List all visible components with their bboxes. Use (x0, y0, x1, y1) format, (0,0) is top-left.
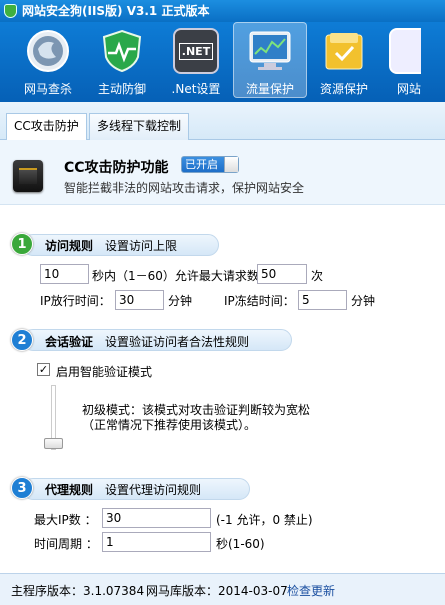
section-title: 代理规则 (45, 483, 94, 497)
toolbar-item-website[interactable]: 网站 (381, 22, 421, 98)
dotnet-icon: .NET (173, 28, 219, 74)
chip-icon (13, 160, 43, 192)
toggle-knob (224, 157, 238, 172)
toolbar-item-defense[interactable]: 主动防御 (85, 22, 159, 98)
toolbar-label: 流量保护 (245, 82, 294, 96)
seconds-label: 秒内（1－60）允许最大请求数目 (92, 269, 271, 283)
program-version: 主程序版本：3.1.07384 (11, 584, 145, 598)
smart-verify-checkbox[interactable]: ✓ (37, 363, 50, 376)
traffic-monitor-icon (247, 29, 293, 74)
ip-release-label: IP放行时间： (40, 294, 111, 308)
max-ip-hint: (-1 允许，0 禁止) (216, 513, 313, 527)
section-subtitle: 设置访问上限 (105, 239, 178, 253)
tab-cc-protection[interactable]: CC攻击防护 (6, 113, 87, 141)
max-requests-input[interactable] (257, 264, 307, 284)
status-label: 已开启 (185, 158, 218, 171)
toolbar-item-traffic[interactable]: 流量保护 (233, 22, 307, 98)
period-label: 时间周期 ： (34, 537, 98, 551)
smart-verify-label: 启用智能验证模式 (56, 365, 153, 379)
ip-release-unit: 分钟 (168, 294, 193, 308)
feature-description: 智能拦截非法的网站攻击请求，保护网站安全 (64, 181, 305, 195)
check-update-link[interactable]: 检查更新 (287, 582, 335, 599)
toolbar-item-dotnet[interactable]: .NET .Net设置 (159, 22, 233, 98)
app-title: 网站安全狗(IIS版) V3.1 正式版本 (22, 4, 210, 18)
section-number: 2 (11, 329, 33, 351)
ip-freeze-input[interactable] (298, 290, 347, 310)
toolbar-label: 网马查杀 (23, 82, 72, 96)
section-number: 3 (11, 477, 33, 499)
period-input[interactable] (102, 532, 211, 552)
folder-icon (321, 28, 367, 74)
ip-freeze-unit: 分钟 (351, 294, 376, 308)
status-footer: 主程序版本：3.1.07384 网马库版本：2014-03-07 检查更新 (0, 573, 445, 605)
verify-level-slider-thumb[interactable] (44, 438, 63, 449)
tab-bar: CC攻击防护 多线程下载控制 (0, 102, 445, 141)
section-subtitle: 设置代理访问规则 (105, 483, 202, 497)
verify-mode-description: 初级模式：该模式对攻击验证判断较为宽松 （正常情况下推荐使用该模式）。 (82, 403, 310, 433)
shield-monitor-icon (99, 28, 145, 74)
section-title: 访问规则 (45, 239, 94, 253)
period-unit: 秒(1-60) (216, 537, 265, 551)
app-logo-icon (4, 4, 17, 18)
seconds-input[interactable] (40, 264, 89, 284)
main-toolbar: 网马查杀 主动防御 .NET .Net设置 流量保护 资源保护 网站 (0, 22, 445, 102)
mode-line-1: 初级模式：该模式对攻击验证判断较为宽松 (82, 403, 311, 417)
globe-scan-icon (25, 28, 71, 74)
toolbar-label: 资源保护 (319, 82, 368, 96)
ip-release-input[interactable] (115, 290, 164, 310)
virus-db-version: 网马库版本：2014-03-07 (146, 584, 288, 598)
toolbar-label: 主动防御 (97, 82, 146, 96)
section-subtitle: 设置验证访问者合法性规则 (105, 335, 250, 349)
section-number: 1 (11, 233, 33, 255)
max-ip-input[interactable] (102, 508, 211, 528)
times-unit: 次 (311, 269, 324, 283)
toolbar-item-scan[interactable]: 网马查杀 (11, 22, 85, 98)
max-ip-label: 最大IP数 ： (34, 513, 97, 527)
toolbar-item-resource[interactable]: 资源保护 (307, 22, 381, 98)
section-title: 会话验证 (45, 335, 94, 349)
toolbar-label: 网站 (397, 82, 421, 96)
ip-freeze-label: IP冻结时间： (224, 294, 295, 308)
title-bar: 网站安全狗(IIS版) V3.1 正式版本 (0, 0, 445, 22)
tab-multithread-download[interactable]: 多线程下载控制 (89, 113, 190, 140)
status-toggle[interactable]: 已开启 (181, 156, 239, 173)
website-icon (389, 28, 421, 74)
mode-line-2: （正常情况下推荐使用该模式）。 (82, 418, 257, 432)
toolbar-label: .Net设置 (171, 82, 221, 96)
feature-title: CC攻击防护功能 (64, 160, 169, 176)
